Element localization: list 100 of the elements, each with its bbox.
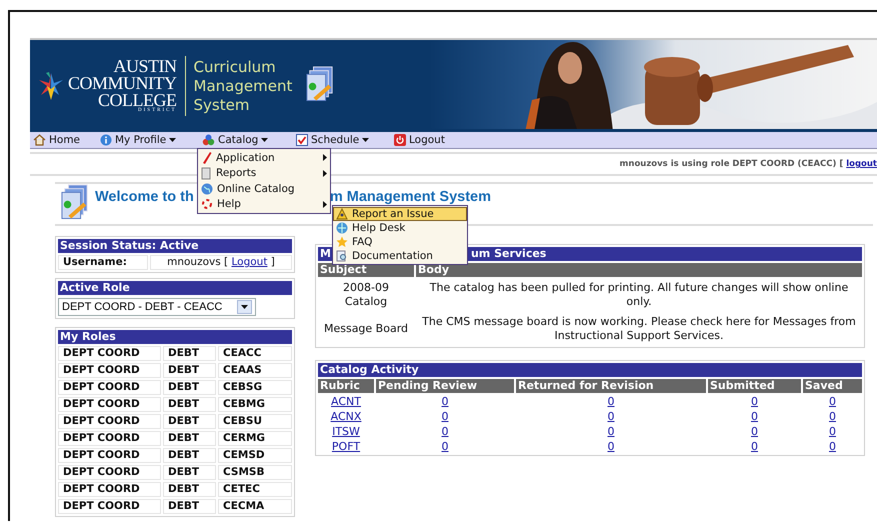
- menu-option[interactable]: Online Catalog: [198, 181, 330, 196]
- logout-link[interactable]: Logout: [231, 256, 268, 268]
- table-cell-text: The catalog has been pulled for printing. All future changes will show online only.: [428, 280, 850, 310]
- documents-pencil-icon: [61, 184, 89, 220]
- table-cell: DEBT: [163, 499, 216, 514]
- table-cell: CERMG: [218, 431, 292, 446]
- table-cell: CSMSB: [218, 465, 292, 480]
- count-link[interactable]: 0: [442, 395, 448, 408]
- caret-icon: [261, 138, 268, 142]
- caret-icon: [241, 305, 248, 309]
- menu-item[interactable]: Home: [30, 134, 84, 146]
- count-link[interactable]: 0: [608, 395, 614, 408]
- user-role-text: mnouzovs is using role DEPT COORD (CEACC) [: [620, 159, 844, 169]
- table-cell-text: The CMS message board is now working. Please check here for Messages from Instructional Support Services.: [421, 314, 857, 344]
- rubric-link[interactable]: ACNT: [331, 395, 361, 408]
- table-cell: CETEC: [218, 482, 292, 497]
- warning-icon: [336, 208, 348, 220]
- caret-icon: [169, 138, 176, 142]
- menu-item[interactable]: My Profile: [97, 134, 180, 146]
- count-link[interactable]: 0: [442, 410, 448, 423]
- table-cell: DEPT COORD: [58, 397, 161, 412]
- table-cell: CEBSU: [218, 414, 292, 429]
- count-link[interactable]: 0: [751, 410, 758, 423]
- document-icon: [201, 166, 212, 180]
- table-cell: DEPT COORD: [58, 448, 161, 463]
- column-header: Body: [416, 263, 862, 277]
- table-cell: CEMSD: [218, 448, 292, 463]
- panel-header: Catalog Activity: [318, 363, 862, 377]
- table-cell: CEACC: [218, 346, 292, 361]
- column-header: Submitted: [708, 379, 801, 393]
- table-cell: DEBT: [163, 397, 216, 412]
- power-icon: [394, 134, 406, 146]
- rubric-link[interactable]: ITSW: [332, 425, 360, 438]
- table-cell: CEBMG: [218, 397, 292, 412]
- colored-balls-icon: [202, 134, 215, 146]
- table-cell: CEBSG: [218, 380, 292, 395]
- count-link[interactable]: 0: [829, 440, 836, 453]
- menu-option[interactable]: Help: [198, 196, 330, 212]
- count-link[interactable]: 0: [829, 410, 836, 423]
- submenu-arrow-icon: [323, 170, 327, 177]
- count-link[interactable]: 0: [442, 425, 448, 438]
- menu-option[interactable]: Report an Issue: [333, 207, 467, 221]
- documents-pencil-icon: [306, 66, 334, 102]
- count-link[interactable]: 0: [829, 425, 836, 438]
- column-header: Rubric: [318, 379, 374, 393]
- table-cell: DEPT COORD: [58, 482, 161, 497]
- table-cell: DEPT COORD: [58, 465, 161, 480]
- table-cell: DEBT: [163, 414, 216, 429]
- table-cell: DEPT COORD: [58, 380, 161, 395]
- table-cell: DEPT COORD: [58, 499, 161, 514]
- caret-icon: [362, 138, 370, 142]
- menu-item[interactable]: Schedule: [293, 134, 372, 146]
- table-cell: CECMA: [218, 499, 292, 514]
- menu-item[interactable]: Logout: [391, 134, 448, 146]
- table-cell: DEBT: [163, 482, 216, 497]
- table-cell: DEBT: [163, 431, 216, 446]
- table-cell: DEPT COORD: [58, 346, 161, 361]
- app-title: Curriculum Management System: [194, 58, 292, 114]
- table-cell: DEBT: [163, 346, 216, 361]
- count-link[interactable]: 0: [751, 440, 758, 453]
- count-link[interactable]: 0: [751, 395, 758, 408]
- submenu-arrow-icon: [323, 200, 327, 208]
- panel-header: Session Status: Active: [58, 239, 292, 253]
- info-icon: [100, 134, 112, 146]
- username-value: mnouzovs [: [167, 256, 228, 268]
- logout-link[interactable]: logout: [846, 159, 877, 169]
- column-header: Returned for Revision: [516, 379, 706, 393]
- submenu-arrow-icon: [323, 154, 327, 162]
- menu-option[interactable]: Reports: [198, 166, 330, 181]
- table-cell: DEBT: [163, 363, 216, 378]
- count-link[interactable]: 0: [751, 425, 758, 438]
- count-link[interactable]: 0: [442, 440, 448, 453]
- rubric-link[interactable]: ACNX: [330, 410, 362, 423]
- menu-item[interactable]: Catalog: [199, 134, 272, 146]
- count-link[interactable]: 0: [608, 425, 614, 438]
- column-header: Saved: [803, 379, 862, 393]
- count-link[interactable]: 0: [608, 410, 614, 423]
- panel-header: My Roles: [58, 330, 292, 344]
- menu-option[interactable]: Application: [198, 150, 330, 166]
- menu-option[interactable]: Help Desk: [333, 221, 467, 235]
- table-cell: DEPT COORD: [58, 363, 161, 378]
- count-link[interactable]: 0: [608, 440, 614, 453]
- rubric-link[interactable]: POFT: [332, 440, 360, 453]
- count-link[interactable]: 0: [829, 395, 836, 408]
- table-cell: DEPT COORD: [58, 414, 161, 429]
- table-cell: DEPT COORD: [58, 431, 161, 446]
- welcome-title: m Management System: [330, 189, 491, 205]
- menu-option[interactable]: FAQ: [333, 235, 467, 249]
- welcome-title: Welcome to th: [95, 189, 194, 205]
- star-logo-icon: [38, 71, 64, 101]
- panel-header: Active Role: [58, 281, 292, 295]
- table-cell-text: Message Board: [322, 321, 410, 337]
- column-header: Pending Review: [376, 379, 514, 393]
- star-icon: [336, 236, 348, 248]
- table-cell: CEAAS: [218, 363, 292, 378]
- table-cell: DEBT: [163, 448, 216, 463]
- role-select[interactable]: DEPT COORD - DEBT - CEACC: [58, 298, 256, 316]
- field-label: Username:: [58, 255, 148, 270]
- menu-option[interactable]: Documentation: [333, 249, 467, 263]
- checked-calendar-icon: [296, 134, 308, 146]
